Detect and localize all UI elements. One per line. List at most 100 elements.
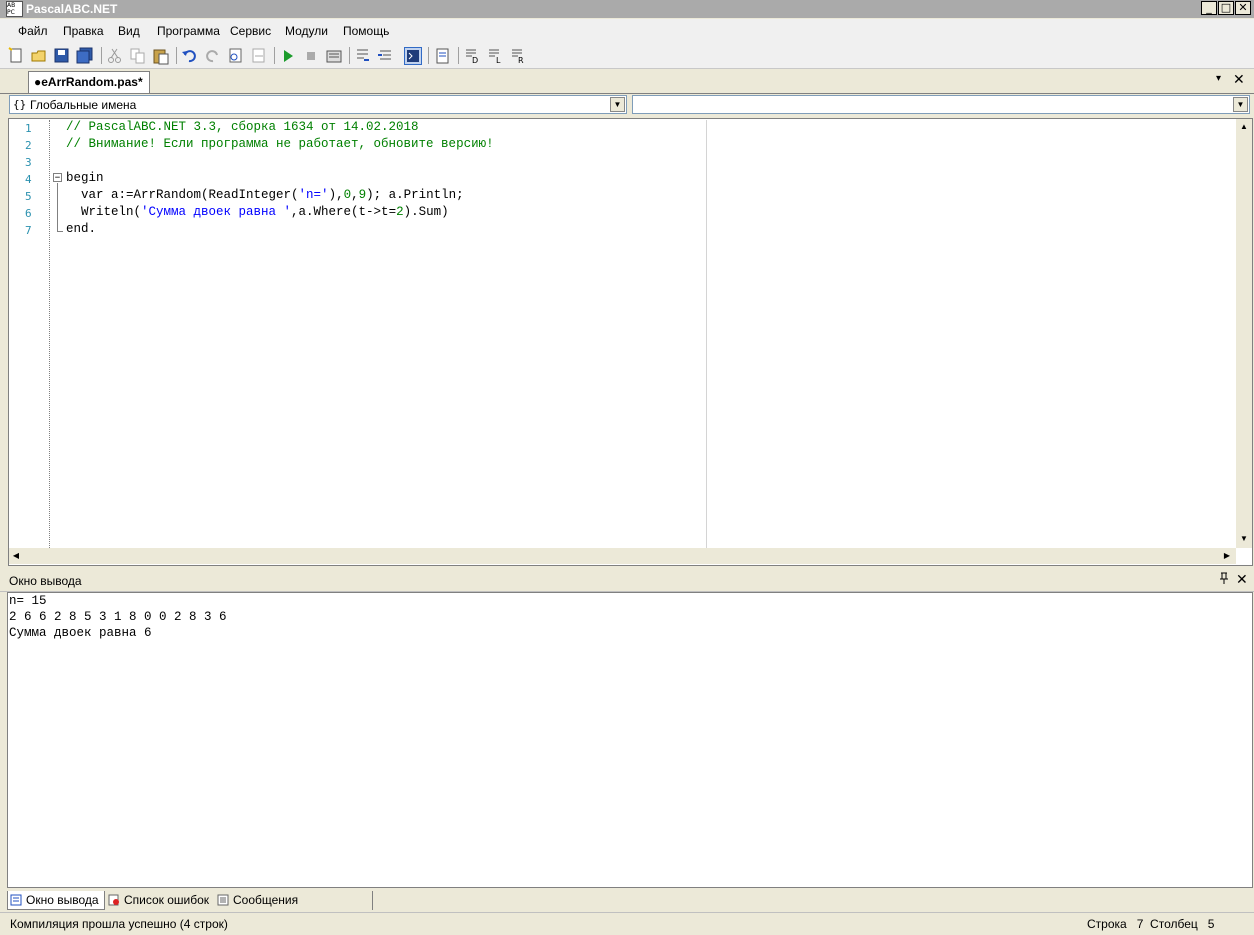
compiler-messages-icon xyxy=(217,894,229,906)
code-string: 'Сумма двоек равна ' xyxy=(141,205,292,219)
code-line-2: // Внимание! Если программа не работает,… xyxy=(66,137,494,151)
fold-line xyxy=(57,183,58,231)
vertical-scrollbar[interactable]: ▲ ▼ xyxy=(1236,119,1252,548)
maximize-button[interactable]: □ xyxy=(1218,1,1234,15)
run-icon[interactable] xyxy=(279,47,297,65)
code-line-5: var a:=ArrRandom(ReadInteger('n='),0,9);… xyxy=(66,188,464,202)
debug-run-icon[interactable]: R xyxy=(510,47,528,65)
debug-into-icon[interactable]: D xyxy=(464,47,482,65)
code-editor[interactable] xyxy=(8,118,1253,566)
redo-icon[interactable] xyxy=(204,47,222,65)
toolbar-separator xyxy=(274,47,275,64)
code-text: ).Sum) xyxy=(403,205,449,219)
namespace-icon: {} xyxy=(13,98,27,111)
tab-output-window[interactable]: Окно вывода xyxy=(7,891,105,910)
error-list-icon xyxy=(108,894,119,906)
stop-icon[interactable] xyxy=(302,47,320,65)
status-message: Компиляция прошла успешно (4 строк) xyxy=(10,917,228,931)
code-line-7: end. xyxy=(66,222,96,236)
tab-list-icon[interactable]: ▾ xyxy=(1216,73,1221,84)
menu-modules[interactable]: Модули xyxy=(285,24,328,38)
output-panel-title: Окно вывода xyxy=(9,574,82,588)
debug-step-icon[interactable] xyxy=(354,47,372,65)
menu-help[interactable]: Помощь xyxy=(343,24,389,38)
menu-service[interactable]: Сервис xyxy=(230,24,271,38)
scope-select[interactable]: {} Глобальные имена ▼ xyxy=(9,95,627,114)
replace-icon[interactable] xyxy=(250,47,268,65)
cursor-position: Строка 7 Столбец 5 xyxy=(1087,917,1215,931)
gutter-divider xyxy=(49,120,50,548)
close-button[interactable]: ✕ xyxy=(1235,1,1251,15)
member-select[interactable]: ▼ xyxy=(632,95,1250,114)
fold-toggle-icon[interactable]: − xyxy=(53,173,62,183)
code-line-4: begin xyxy=(66,171,104,185)
code-text: ,a.Where(t->t= xyxy=(291,205,397,219)
toolbar-separator xyxy=(349,47,350,64)
output-line: n= 15 xyxy=(9,594,47,608)
scroll-up-icon[interactable]: ▲ xyxy=(1237,120,1251,134)
pin-icon[interactable] xyxy=(1219,572,1229,588)
scope-select-value: Глобальные имена xyxy=(30,98,137,112)
code-comment: // PascalABC.NET 3.3, сборка 1634 от 14.… xyxy=(66,120,419,134)
menu-program[interactable]: Программа xyxy=(157,24,220,38)
line-number: 6 xyxy=(25,207,32,220)
scroll-down-icon[interactable]: ▼ xyxy=(1237,532,1251,546)
line-number: 4 xyxy=(25,173,32,186)
document-tab[interactable]: ●eArrRandom.pas* xyxy=(28,71,150,93)
toolbar-separator xyxy=(428,47,429,64)
find-icon[interactable] xyxy=(227,47,245,65)
svg-text:D: D xyxy=(472,56,478,65)
menu-edit[interactable]: Правка xyxy=(63,24,104,38)
save-icon[interactable] xyxy=(53,47,71,65)
code-number: 2 xyxy=(396,205,404,219)
output-window-icon[interactable] xyxy=(404,47,422,65)
code-text: var a:=ArrRandom(ReadInteger( xyxy=(66,188,299,202)
line-number: 2 xyxy=(25,139,32,152)
code-string: 'n=' xyxy=(298,188,329,202)
right-margin-line xyxy=(706,120,707,548)
save-all-icon[interactable] xyxy=(76,47,94,65)
compile-icon[interactable] xyxy=(325,47,343,65)
code-number: 9 xyxy=(358,188,367,202)
minimize-button[interactable]: _ xyxy=(1201,1,1217,15)
toolbar-separator xyxy=(101,47,102,64)
output-panel-header xyxy=(0,570,1254,592)
tab-label: Список ошибок xyxy=(124,893,210,907)
debug-over-icon[interactable] xyxy=(377,47,395,65)
horizontal-scrollbar[interactable]: ◀ ▶ xyxy=(9,548,1236,564)
chevron-down-icon[interactable]: ▼ xyxy=(1233,97,1248,112)
new-file-icon[interactable] xyxy=(7,47,25,65)
debug-out-icon[interactable]: L xyxy=(487,47,505,65)
undo-icon[interactable] xyxy=(181,47,199,65)
form-icon[interactable] xyxy=(434,47,452,65)
code-number: 0 xyxy=(343,188,352,202)
line-number: 1 xyxy=(25,122,32,135)
code-line-1: // PascalABC.NET 3.3, сборка 1634 от 14.… xyxy=(66,120,419,134)
open-icon[interactable] xyxy=(30,47,48,65)
output-close-icon[interactable]: ✕ xyxy=(1236,571,1248,588)
fold-end xyxy=(57,231,63,232)
code-line-6: Writeln('Сумма двоек равна ',a.Where(t->… xyxy=(66,205,449,219)
svg-text:L: L xyxy=(496,56,501,65)
line-number: 3 xyxy=(25,156,32,169)
code-keyword: end. xyxy=(66,222,97,236)
menu-file[interactable]: Файл xyxy=(18,24,48,38)
output-window-icon xyxy=(10,894,22,906)
tab-compiler-messages[interactable]: Сообщения компилятора xyxy=(215,891,373,925)
output-line: Сумма двоек равна 6 xyxy=(9,626,152,640)
output-window[interactable] xyxy=(7,592,1253,888)
code-text: ), xyxy=(328,188,344,202)
toolbar-separator xyxy=(176,47,177,64)
menu-view[interactable]: Вид xyxy=(118,24,140,38)
tab-close-icon[interactable]: ✕ xyxy=(1233,71,1245,88)
copy-icon[interactable] xyxy=(129,47,147,65)
svg-text:R: R xyxy=(518,56,524,65)
scroll-left-icon[interactable]: ◀ xyxy=(9,549,23,563)
chevron-down-icon[interactable]: ▼ xyxy=(610,97,625,112)
cut-icon[interactable] xyxy=(106,47,124,65)
code-keyword: begin xyxy=(66,171,104,185)
code-text: ); a.Println; xyxy=(366,188,464,202)
paste-icon[interactable] xyxy=(152,47,170,65)
tab-error-list[interactable]: Список ошибок xyxy=(106,891,214,910)
scroll-right-icon[interactable]: ▶ xyxy=(1220,549,1234,563)
